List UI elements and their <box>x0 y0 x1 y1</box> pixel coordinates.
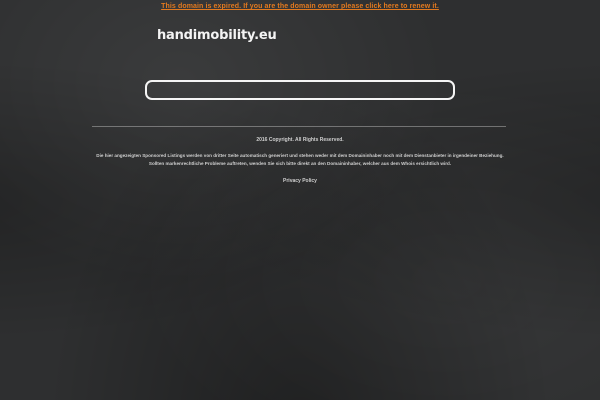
privacy-policy-link[interactable]: Privacy Policy <box>60 177 540 185</box>
search-input[interactable] <box>147 84 453 100</box>
footer-divider <box>92 126 506 127</box>
domain-expired-renew-link[interactable]: This domain is expired. If you are the d… <box>0 3 600 10</box>
search-box[interactable] <box>145 80 455 100</box>
disclaimer-text-line-2: Sollten markenrechtliche Probleme auftre… <box>148 161 452 166</box>
copyright-text: 2016 Copyright. All Rights Reserved. <box>256 137 344 143</box>
disclaimer-text-line-1: Die hier angezeigten Sponsored Listings … <box>96 153 504 158</box>
site-title: handimobility.eu <box>157 28 277 43</box>
